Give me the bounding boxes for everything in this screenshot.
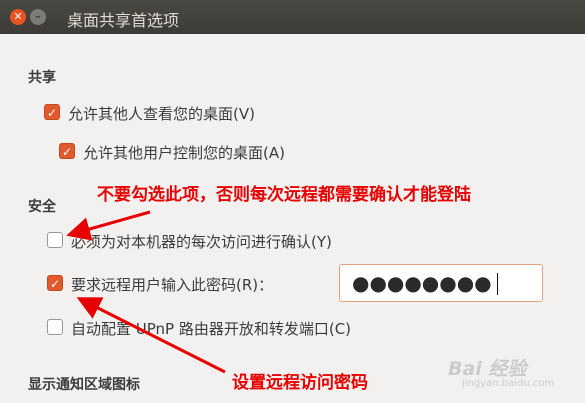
arrow-to-confirm-option (66, 210, 151, 241)
annotation-arrows (66, 210, 226, 374)
arrow-to-password-option (76, 297, 226, 374)
watermark-url: jingyan.baidu.com (462, 378, 555, 389)
watermark-logo: Bai 经验 (448, 358, 527, 380)
